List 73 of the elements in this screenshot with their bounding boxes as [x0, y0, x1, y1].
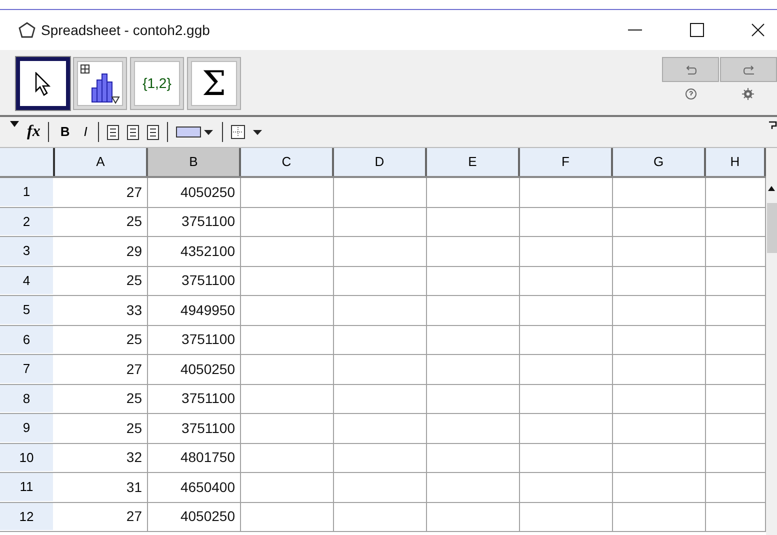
row-header[interactable]: 8: [0, 384, 55, 413]
table-cell: 27: [55, 355, 148, 384]
table-cell: 4050250: [148, 355, 241, 384]
row-header[interactable]: 11: [0, 473, 55, 502]
row-header[interactable]: 10: [0, 444, 55, 472]
row-header[interactable]: 9: [0, 414, 55, 442]
table-cell: 3751100: [148, 326, 241, 354]
table-cell: 3751100: [148, 208, 241, 236]
tool-button[interactable]: [73, 57, 127, 110]
settings-icon[interactable]: [742, 88, 754, 100]
table-cell: 33: [55, 296, 148, 324]
column-header[interactable]: F: [520, 148, 613, 176]
column-header[interactable]: H: [706, 148, 766, 176]
align-left-icon[interactable]: [107, 124, 120, 140]
table-cell: 4949950: [148, 296, 241, 324]
table-cell: 25: [55, 326, 148, 354]
column-header[interactable]: G: [613, 148, 706, 176]
tool-button[interactable]: Σ: [187, 57, 241, 110]
align-center-icon[interactable]: [127, 124, 140, 140]
bar-chart-icon: [80, 64, 120, 104]
table-cell: 4050250: [148, 502, 241, 531]
panel-icon[interactable]: [769, 121, 777, 130]
table-cell: 3751100: [148, 384, 241, 413]
row-header[interactable]: 6: [0, 326, 55, 354]
bold-button[interactable]: B: [57, 122, 73, 142]
table-cell: 29: [55, 237, 148, 266]
row-header[interactable]: 4: [0, 266, 55, 295]
collapse-triangle-icon[interactable]: [10, 121, 19, 127]
row-header[interactable]: 1: [0, 178, 55, 206]
align-right-icon[interactable]: [147, 124, 160, 140]
redo-icon: [742, 64, 754, 74]
window-title: Spreadsheet - contoh2.ggb: [41, 20, 210, 40]
tool-button[interactable]: [16, 57, 70, 110]
borders-icon[interactable]: [231, 125, 264, 139]
scrollbar-thumb[interactable]: [766, 203, 776, 253]
undo-icon: [684, 64, 696, 74]
row-header[interactable]: 5: [0, 296, 55, 324]
table-cell: 25: [55, 208, 148, 236]
close-icon[interactable]: [751, 23, 765, 37]
column-header[interactable]: E: [427, 148, 520, 176]
table-cell: 25: [55, 414, 148, 442]
tool-label: {1,2}: [142, 74, 172, 93]
column-header[interactable]: B: [148, 148, 241, 176]
help-icon[interactable]: [684, 88, 696, 100]
column-header[interactable]: D: [334, 148, 427, 176]
italic-button[interactable]: I: [80, 122, 90, 142]
row-header[interactable]: 7: [0, 355, 55, 384]
maximize-icon[interactable]: [690, 23, 704, 37]
app-logo-icon: [18, 22, 36, 38]
table-cell: 4650400: [148, 473, 241, 502]
background-color-icon[interactable]: [176, 126, 214, 138]
vertical-scrollbar[interactable]: [766, 148, 777, 535]
table-cell: 25: [55, 384, 148, 413]
table-cell: 31: [55, 473, 148, 502]
column-header[interactable]: C: [241, 148, 334, 176]
table-cell: 4352100: [148, 237, 241, 266]
tool-label: Σ: [202, 66, 226, 100]
column-header[interactable]: A: [55, 148, 148, 176]
row-header[interactable]: 2: [0, 208, 55, 236]
row-header[interactable]: 12: [0, 502, 55, 531]
table-cell: 25: [55, 266, 148, 295]
tool-button[interactable]: {1,2}: [130, 57, 184, 110]
table-cell: 32: [55, 444, 148, 472]
arrow-pointer-icon: [34, 72, 52, 96]
table-cell: 27: [55, 502, 148, 531]
table-cell: 3751100: [148, 266, 241, 295]
table-cell: 3751100: [148, 414, 241, 442]
table-cell: 4050250: [148, 178, 241, 206]
table-cell: 4801750: [148, 444, 241, 472]
table-cell: 27: [55, 178, 148, 206]
formula-button[interactable]: fx: [27, 120, 40, 144]
scroll-up-icon[interactable]: [768, 186, 775, 191]
row-header[interactable]: 3: [0, 237, 55, 266]
